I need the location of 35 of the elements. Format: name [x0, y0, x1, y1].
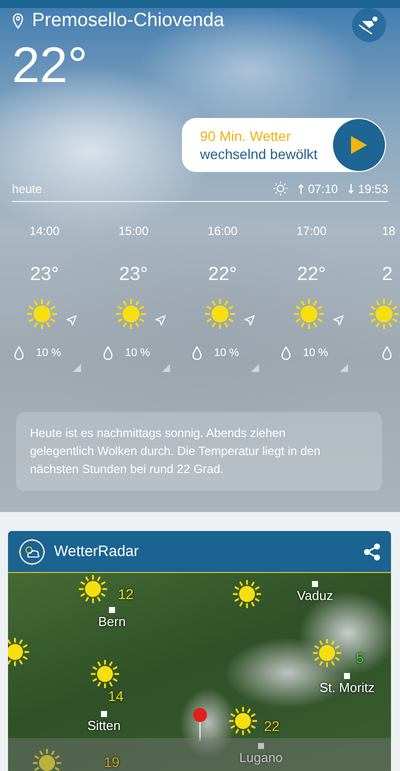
city-label: Vaduz: [297, 588, 333, 603]
precipitation-chance: 10 %: [36, 347, 62, 359]
city-label: St. Moritz: [320, 680, 374, 695]
city-label: Sitten: [87, 718, 121, 733]
hour-time: 14:00: [29, 224, 60, 240]
hour-temperature: 23°: [119, 264, 148, 286]
hour-time: 18: [382, 224, 396, 240]
hour-temperature: 23°: [30, 264, 59, 286]
sunrise-time: 07:10: [308, 182, 338, 196]
nowcast-card[interactable]: 90 Min. Wetter wechselnd bewölkt: [182, 118, 386, 172]
location-name[interactable]: Premosello-Chiovenda: [32, 10, 224, 32]
temperature-label: 5: [356, 651, 364, 666]
radar-title: WetterRadar: [54, 543, 140, 560]
nowcast-title: 90 Min. Wetter: [200, 128, 292, 144]
forecast-summary: Heute ist es nachmittags sonnig. Abends ziehen gelegentlich Wolken durch. Die Temperatur liegt in den nächsten Stunden bei rund 22 Grad.: [16, 412, 382, 491]
hour-temperature: 22°: [208, 264, 237, 286]
precipitation-chance: 10 %: [214, 347, 240, 359]
temperature-label: 14: [108, 689, 124, 704]
current-temperature: 22°: [12, 40, 88, 90]
hour-temperature: 22°: [297, 264, 326, 286]
city-label: Lugano: [239, 750, 283, 765]
nowcast-description: wechselnd bewölkt: [200, 146, 319, 162]
hour-time: 17:00: [296, 224, 327, 240]
temperature-label: 19: [104, 755, 120, 770]
temperature-label: 22: [264, 719, 280, 734]
sunset-time: 19:53: [358, 182, 388, 196]
radar-map[interactable]: Vaduz Bern St. Moritz Sitten Lugano 12 5 14 22 19: [8, 573, 391, 771]
precipitation-chance: 10 %: [302, 347, 328, 359]
hour-time: 16:00: [207, 224, 238, 240]
city-label: Bern: [98, 614, 126, 629]
day-label: heute: [12, 182, 44, 196]
temperature-label: 12: [118, 587, 134, 602]
hour-time: 15:00: [118, 224, 149, 240]
hour-temperature: 2: [382, 264, 393, 286]
precipitation-chance: 10 %: [124, 347, 150, 359]
